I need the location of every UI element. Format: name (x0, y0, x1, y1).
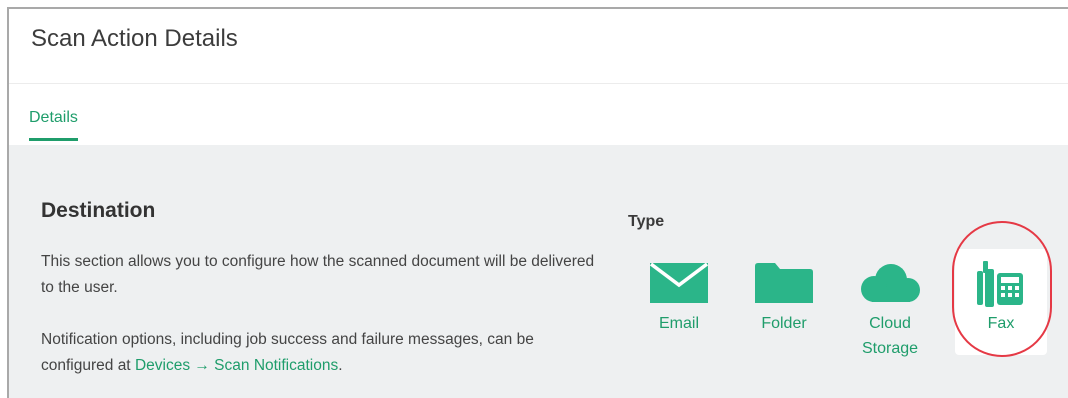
page-title: Scan Action Details (31, 25, 238, 52)
type-option-label: Fax (987, 315, 1015, 332)
type-label: Type (628, 213, 665, 230)
scan-notifications-link[interactable]: Devices → Scan Notifications (135, 357, 338, 374)
type-option-label: Folder (761, 315, 807, 332)
type-option-cloud-storage[interactable]: Cloud Storage (848, 249, 932, 367)
details-content: Destination This section allows you to c… (9, 145, 1068, 398)
page-header: Scan Action Details (9, 9, 1068, 84)
cloud-icon (855, 249, 925, 305)
envelope-icon (644, 249, 714, 305)
section-title-destination: Destination (41, 199, 156, 222)
notification-end: . (338, 357, 343, 374)
scan-action-details-panel: Scan Action Details Details Destination … (7, 7, 1068, 398)
folder-icon (749, 249, 819, 305)
type-option-fax[interactable]: Fax (955, 249, 1047, 355)
destination-description: This section allows you to configure how… (41, 253, 595, 296)
type-option-folder[interactable]: Folder (742, 249, 826, 367)
type-option-email[interactable]: Email (637, 249, 721, 367)
tab-details[interactable]: Details (29, 109, 78, 141)
tab-bar: Details (9, 84, 1068, 145)
notification-description: Notification options, including job succ… (41, 327, 601, 379)
type-option-label: Email (658, 315, 699, 332)
type-option-label: Cloud Storage (861, 315, 919, 357)
fax-icon (966, 249, 1036, 307)
